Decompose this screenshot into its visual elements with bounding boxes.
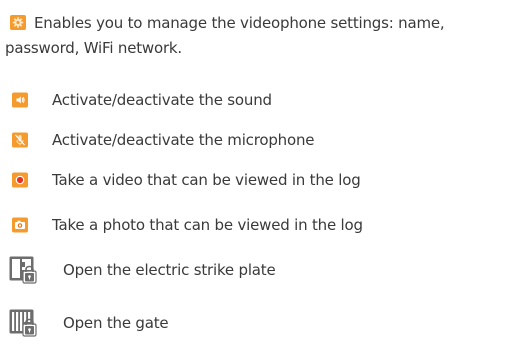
list-item-photo: Take a photo that can be viewed in the l… (0, 211, 516, 239)
record-video-icon (12, 172, 28, 188)
list-item-label: Take a video that can be viewed in the l… (52, 171, 361, 189)
settings-description-text: Enables you to manage the videophone set… (5, 14, 445, 57)
list-item-label: Activate/deactivate the microphone (52, 131, 315, 149)
list-item-label: Activate/deactivate the sound (52, 91, 272, 109)
settings-gear-icon (10, 13, 26, 30)
list-item-video: Take a video that can be viewed in the l… (0, 166, 516, 194)
list-item-sound: Activate/deactivate the sound (0, 86, 516, 114)
list-item-label: Open the gate (63, 314, 169, 332)
gate-lock-icon (9, 309, 37, 337)
camera-photo-icon (12, 217, 28, 233)
strike-plate-lock-icon (9, 256, 37, 284)
microphone-icon (12, 132, 28, 148)
list-item-label: Take a photo that can be viewed in the l… (52, 216, 363, 234)
list-item-gate: Open the gate (0, 309, 516, 337)
list-item-label: Open the electric strike plate (63, 261, 276, 279)
list-item-microphone: Activate/deactivate the microphone (0, 126, 516, 154)
speaker-sound-icon (12, 92, 28, 108)
settings-description: Enables you to manage the videophone set… (5, 11, 513, 61)
list-item-strike-plate: Open the electric strike plate (0, 256, 516, 284)
